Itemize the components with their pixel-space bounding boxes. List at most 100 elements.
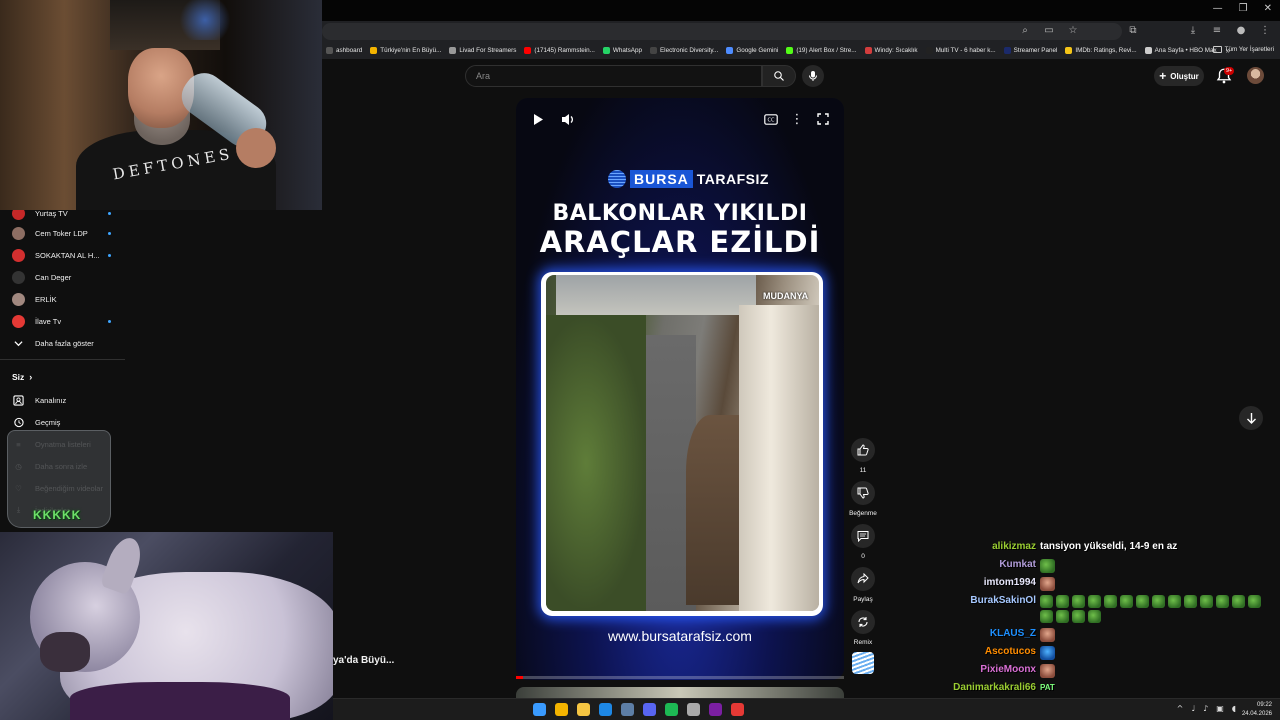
chat-message-text: [1040, 595, 1265, 623]
chat-username[interactable]: Danimarkakrali66: [900, 682, 1036, 693]
bookmark-item[interactable]: Türkiye'nin En Büyü...: [366, 47, 445, 54]
voice-search-button[interactable]: [802, 65, 824, 87]
maximize-button[interactable]: ❐: [1239, 3, 1248, 14]
chat-message-text: [1040, 646, 1056, 660]
create-button[interactable]: + Oluştur: [1154, 66, 1204, 86]
sidebar-item-subscription[interactable]: Can Deger: [12, 268, 117, 286]
more-options-button[interactable]: ⋮: [788, 110, 806, 128]
bookmark-label: Streamer Panel: [1013, 47, 1058, 54]
sidebar-item-label: ERLİK: [35, 294, 57, 304]
you-section-header[interactable]: Siz ›: [12, 372, 32, 382]
dislike-button[interactable]: [851, 481, 875, 505]
bookmark-item[interactable]: Windy: Sıcaklık: [861, 47, 922, 54]
tray-speaker-icon[interactable]: ♪: [1203, 704, 1208, 713]
shorts-progress-fill: [516, 676, 523, 679]
taskbar-app-kick-icon[interactable]: [709, 703, 722, 716]
shorts-progress-bar[interactable]: [516, 676, 844, 679]
sidebar-item-label: Cem Toker LDP: [35, 228, 88, 238]
tray-chevron-icon[interactable]: ^: [1177, 704, 1184, 713]
brand-part-1: BURSA: [630, 170, 693, 188]
chat-message: Ascotucos: [900, 646, 1056, 660]
clock-time: 09:22: [1256, 702, 1272, 708]
cast-icon[interactable]: ▭: [1042, 25, 1056, 36]
windows-taskbar: ^ ♩ ♪ ▣ ◖ 09:22 24.04.2026: [333, 698, 1280, 720]
chat-username[interactable]: Kumkat: [900, 559, 1036, 570]
profile-icon[interactable]: ●: [1234, 25, 1248, 36]
video-title-fragment[interactable]: ya'da Büyü...: [333, 655, 394, 666]
sidebar-item-subscription[interactable]: Cem Toker LDP: [12, 224, 117, 242]
bookmark-favicon-icon: [786, 47, 794, 54]
bookmark-label: Livad For Streamers: [459, 47, 517, 54]
bookmark-item[interactable]: Ana Sayfa • HBO Max: [1141, 47, 1221, 54]
zoom-icon[interactable]: ⌕: [1018, 25, 1032, 36]
bookmark-star-icon[interactable]: ☆: [1066, 25, 1080, 36]
download-icon[interactable]: ⤓: [1186, 25, 1200, 36]
sidebar-item-history[interactable]: Geçmiş: [12, 413, 117, 431]
search-button[interactable]: [762, 65, 796, 87]
play-button[interactable]: [529, 110, 547, 128]
bookmark-item[interactable]: Electronic Diversity...: [646, 47, 722, 54]
next-video-button[interactable]: [1239, 406, 1263, 430]
taskbar-app-spotify-icon[interactable]: [665, 703, 678, 716]
sidebar-item-subscription[interactable]: İlave Tv: [12, 312, 117, 330]
account-avatar[interactable]: [1247, 67, 1264, 84]
bookmark-item[interactable]: Streamer Panel: [1000, 47, 1062, 54]
chevron-right-icon: ›: [29, 372, 33, 382]
taskbar-clock[interactable]: 09:22 24.04.2026: [1242, 701, 1272, 719]
taskbar-app-start-icon[interactable]: [533, 703, 546, 716]
bookmark-item[interactable]: Google Gemini: [722, 47, 782, 54]
bookmark-item[interactable]: IMDb: Ratings, Revi...: [1061, 47, 1140, 54]
new-content-dot: [108, 253, 111, 257]
volume-button[interactable]: [559, 110, 577, 128]
bookmark-item[interactable]: WhatsApp: [599, 47, 646, 54]
taskbar-app-explorer-icon[interactable]: [577, 703, 590, 716]
bookmark-item[interactable]: Multi TV - 6 haber k...: [922, 47, 1000, 54]
captions-button[interactable]: CC: [762, 110, 780, 128]
chat-username[interactable]: KLAUS_Z: [900, 628, 1036, 639]
chat-emote-icon: [1136, 595, 1149, 608]
chat-username[interactable]: alikizmaz: [900, 541, 1036, 552]
bookmark-favicon-icon: [1144, 47, 1152, 54]
sidebar-item-subscription[interactable]: SOKAKTAN AL H...: [12, 246, 117, 264]
minimize-button[interactable]: —: [1213, 3, 1223, 14]
chat-message-text: [1040, 628, 1056, 642]
menu-icon[interactable]: ⋮: [1258, 25, 1272, 36]
search-input[interactable]: Ara: [465, 65, 762, 87]
taskbar-app-obs-icon[interactable]: [731, 703, 744, 716]
chat-message-text: [1040, 664, 1056, 678]
close-button[interactable]: ✕: [1264, 3, 1272, 14]
extensions-icon[interactable]: ⧉: [1126, 25, 1140, 36]
youtube-header: Ara + Oluştur 9+: [322, 59, 1280, 93]
fullscreen-button[interactable]: [814, 110, 832, 128]
sidebar-item-subscription[interactable]: ERLİK: [12, 290, 117, 308]
taskbar-app-epic-icon[interactable]: [687, 703, 700, 716]
show-more-button[interactable]: Daha fazla göster: [12, 334, 117, 352]
remix-button[interactable]: [851, 610, 875, 634]
chat-username[interactable]: imtom1994: [900, 577, 1036, 588]
bookmark-item[interactable]: (17145) Rammstein...: [520, 47, 599, 54]
shorts-player[interactable]: CC ⋮ BURSA TARAFSIZ BALKONLAR YIKILDI AR…: [516, 98, 844, 680]
tray-volume-icon[interactable]: ◖: [1232, 704, 1236, 713]
chat-username[interactable]: PixieMoonx: [900, 664, 1036, 675]
chat-username[interactable]: BurakSakinOl: [900, 595, 1036, 606]
taskbar-app-steam-icon[interactable]: [621, 703, 634, 716]
taskbar-app-edge-icon[interactable]: [599, 703, 612, 716]
channel-avatar[interactable]: [852, 652, 874, 674]
webcam-light: [175, 0, 235, 40]
share-button[interactable]: [851, 567, 875, 591]
bookmark-item[interactable]: ashboard: [322, 47, 366, 54]
media-icon[interactable]: ≡: [1210, 25, 1224, 36]
all-bookmarks-folder[interactable]: Tüm Yer İşaretleri: [1212, 46, 1274, 53]
tray-mic-icon[interactable]: ♩: [1191, 704, 1195, 713]
taskbar-app-discord-icon[interactable]: [643, 703, 656, 716]
comments-button[interactable]: [851, 524, 875, 548]
address-bar[interactable]: [322, 23, 1122, 40]
taskbar-app-chrome-icon[interactable]: [555, 703, 568, 716]
tray-network-icon[interactable]: ▣: [1216, 704, 1224, 713]
bookmark-item[interactable]: (19) Alert Box / Stre...: [782, 47, 860, 54]
bookmark-item[interactable]: Livad For Streamers: [445, 47, 520, 54]
chat-username[interactable]: Ascotucos: [900, 646, 1036, 657]
play-icon: [534, 113, 543, 125]
like-button[interactable]: [851, 438, 875, 462]
sidebar-item-your-channel[interactable]: Kanalınız: [12, 391, 117, 409]
